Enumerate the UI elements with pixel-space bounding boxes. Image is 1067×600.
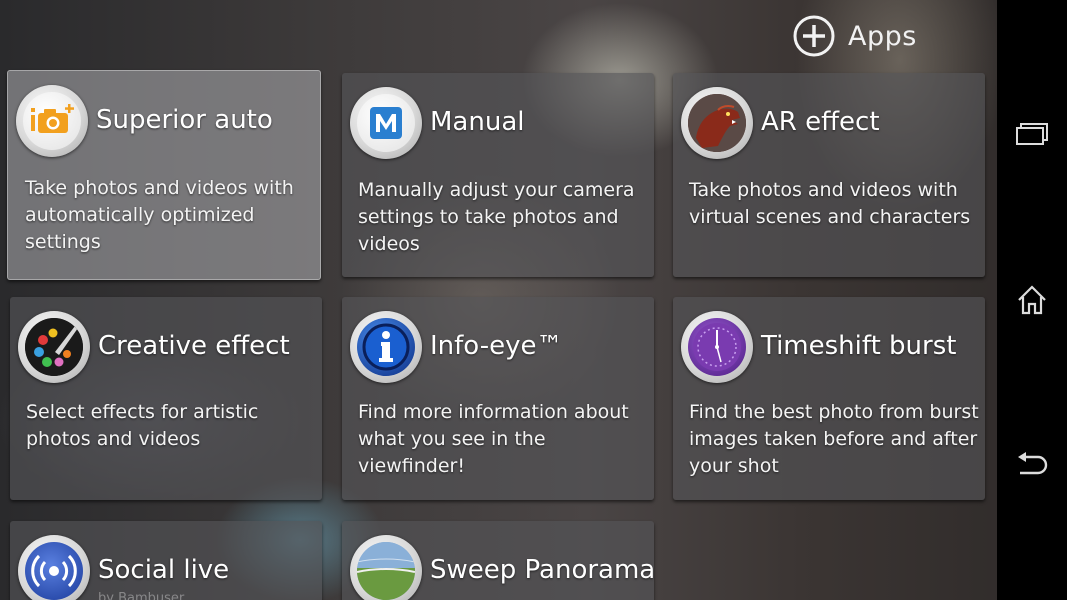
mode-badge	[16, 85, 88, 157]
mode-badge	[681, 311, 753, 383]
plus-circle-icon	[793, 15, 835, 57]
mode-title: AR effect	[761, 107, 880, 137]
back-button[interactable]	[997, 436, 1067, 496]
mode-badge	[681, 87, 753, 159]
palette-icon	[25, 318, 83, 376]
mode-title: Sweep Panorama	[430, 555, 654, 585]
mode-badge	[350, 535, 422, 600]
navigation-bar	[997, 0, 1067, 600]
timeshift-clock-icon	[693, 323, 741, 371]
mode-description: Find the best photo from burst images ta…	[689, 401, 979, 477]
manual-m-icon	[370, 107, 402, 139]
mode-tile-ar-effect[interactable]: AR effect Take photos and videos with vi…	[673, 73, 985, 277]
viewfinder-background: Apps Superior auto Take photos and video…	[0, 0, 997, 600]
mode-description: Take photos and videos with automaticall…	[25, 177, 294, 253]
mode-description: Select effects for artistic photos and v…	[26, 401, 259, 450]
mode-description: Manually adjust your camera settings to …	[358, 179, 635, 255]
recent-apps-icon	[1016, 123, 1048, 145]
broadcast-icon	[31, 554, 77, 588]
home-icon	[1018, 285, 1046, 315]
home-button[interactable]	[997, 270, 1067, 330]
mode-tile-creative-effect[interactable]: Creative effect Select effects for artis…	[10, 297, 322, 500]
mode-title: Manual	[430, 107, 525, 137]
back-icon	[1018, 452, 1048, 475]
apps-label: Apps	[848, 20, 917, 52]
mode-title: Info-eye™	[430, 331, 563, 361]
mode-title: Timeshift burst	[761, 331, 957, 361]
dinosaur-icon	[688, 94, 746, 152]
mode-tile-manual[interactable]: Manual Manually adjust your camera setti…	[342, 73, 654, 277]
mode-tile-info-eye[interactable]: Info-eye™ Find more information about wh…	[342, 297, 654, 500]
mode-badge	[350, 311, 422, 383]
mode-tile-sweep-panorama[interactable]: Sweep Panorama	[342, 521, 654, 600]
mode-subtitle: by Bambuser	[98, 591, 185, 600]
mode-title: Superior auto	[96, 105, 273, 135]
mode-description: Find more information about what you see…	[358, 401, 629, 477]
mode-tile-superior-auto[interactable]: Superior auto Take photos and videos wit…	[7, 70, 321, 280]
mode-description: Take photos and videos with virtual scen…	[689, 179, 971, 228]
panorama-icon	[357, 542, 415, 600]
camera-auto-icon	[31, 104, 74, 133]
apps-button[interactable]: Apps	[792, 12, 917, 60]
mode-badge	[350, 87, 422, 159]
mode-title: Social live	[98, 555, 230, 585]
mode-tile-timeshift-burst[interactable]: Timeshift burst Find the best photo from…	[673, 297, 985, 500]
recent-apps-button[interactable]	[997, 104, 1067, 164]
mode-badge	[18, 535, 90, 600]
camera-mode-screen: Apps Superior auto Take photos and video…	[0, 0, 1067, 600]
info-icon	[362, 323, 410, 371]
mode-badge	[18, 311, 90, 383]
mode-tile-social-live[interactable]: Social live by Bambuser	[10, 521, 322, 600]
mode-title: Creative effect	[98, 331, 290, 361]
